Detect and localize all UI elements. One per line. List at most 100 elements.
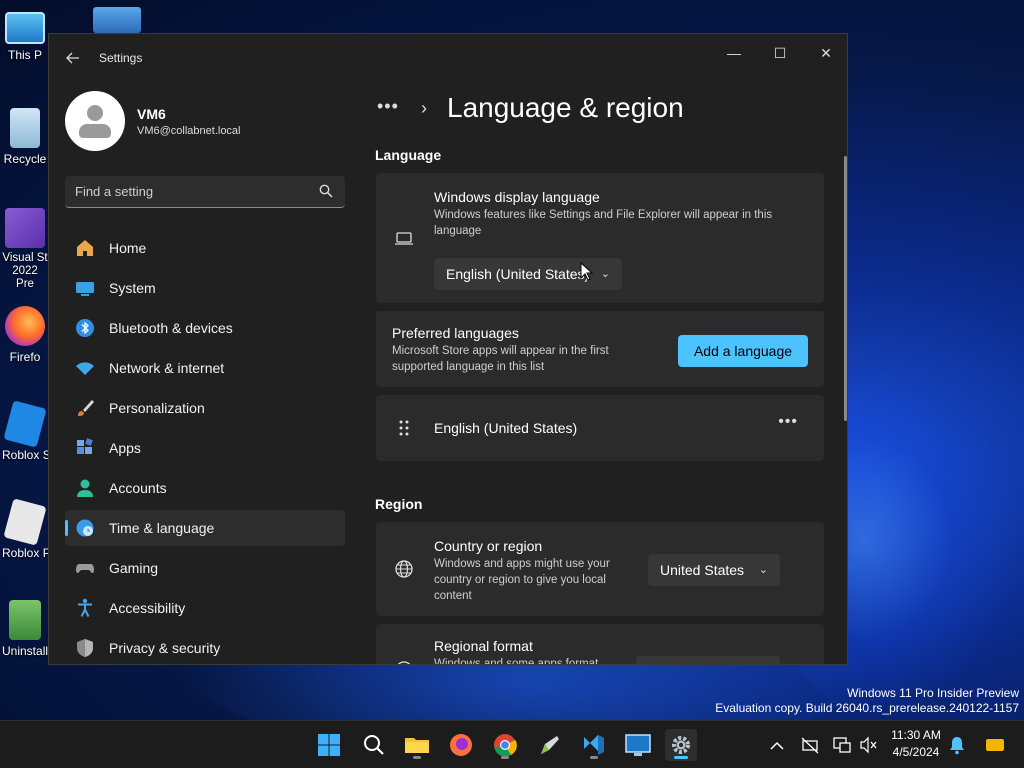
globe-icon xyxy=(395,560,413,578)
uninstall-icon xyxy=(9,600,41,640)
sidebar-item-label: Time & language xyxy=(109,520,215,536)
language-list-item[interactable]: English (United States) ••• xyxy=(376,395,824,461)
sidebar-item-label: Gaming xyxy=(109,560,159,576)
regional-format-description: Windows and some apps format xyxy=(434,658,599,665)
add-language-button[interactable]: Add a language xyxy=(678,335,808,367)
country-region-description: Windows and apps might use your country … xyxy=(434,558,610,602)
sidebar-item-gaming[interactable]: Gaming xyxy=(65,550,345,586)
sidebar-item-bluetooth[interactable]: Bluetooth & devices xyxy=(65,310,345,346)
firefox-icon xyxy=(5,306,45,346)
taskbar-file-explorer[interactable] xyxy=(401,729,433,761)
show-hidden-icons-button[interactable] xyxy=(768,737,786,755)
sidebar-item-label: Home xyxy=(109,240,147,256)
avatar-body xyxy=(79,124,111,138)
notifications-button[interactable] xyxy=(948,735,966,755)
desktop-icon-label: Firefo xyxy=(9,350,41,364)
scrollbar-thumb[interactable] xyxy=(844,156,847,421)
desktop-icon-roblox-player[interactable]: Roblox P xyxy=(2,498,48,560)
firefox-icon xyxy=(450,734,472,756)
remote-desktop-icon xyxy=(625,734,651,756)
watermark-build: Evaluation copy. Build 26040.rs_prerelea… xyxy=(715,701,1019,715)
accessibility-icon xyxy=(78,598,92,617)
country-region-dropdown[interactable]: United States ⌄ xyxy=(648,554,780,586)
sidebar-item-time-language[interactable]: Time & language xyxy=(65,510,345,546)
desktop-icon-label: Uninstall xyxy=(2,644,48,658)
taskbar-app-pen[interactable] xyxy=(534,729,566,761)
language-name: English (United States) xyxy=(434,420,578,436)
taskbar-chrome[interactable] xyxy=(489,729,521,761)
network-icon xyxy=(833,737,851,753)
desktop-icon-label: Roblox P xyxy=(2,546,48,560)
taskbar: 11:30 AM 4/5/2024 xyxy=(0,720,1024,768)
regional-format-card: Regional format Windows and some apps fo… xyxy=(376,624,824,665)
desktop-icon-label: Recycle xyxy=(3,152,47,166)
sidebar-item-privacy-security[interactable]: Privacy & security xyxy=(65,630,345,664)
sidebar-item-system[interactable]: System xyxy=(65,270,345,306)
sidebar-item-label: Personalization xyxy=(109,400,205,416)
dropdown-value: English (United States) xyxy=(446,266,590,282)
brush-icon xyxy=(78,400,94,416)
sidebar-item-accounts[interactable]: Accounts xyxy=(65,470,345,506)
regional-format-icon xyxy=(397,661,411,664)
desktop-icon-uninstall[interactable]: Uninstall xyxy=(2,600,48,658)
drag-handle-icon[interactable] xyxy=(394,418,414,438)
desktop-icon-recycle-bin[interactable]: Recycle xyxy=(2,108,48,166)
regional-format-dropdown[interactable] xyxy=(636,656,780,664)
chevron-right-icon: › xyxy=(421,98,427,118)
dropdown-value: United States xyxy=(660,562,745,578)
home-icon xyxy=(77,240,93,256)
sidebar-item-accessibility[interactable]: Accessibility xyxy=(65,590,345,626)
accounts-icon xyxy=(77,479,93,497)
sidebar-item-label: Privacy & security xyxy=(109,640,221,656)
roblox-studio-icon xyxy=(3,400,47,448)
back-button[interactable] xyxy=(61,46,85,70)
settings-window: Settings — ☐ ✕ VM6 VM6@collabnet.local H… xyxy=(48,33,848,665)
taskbar-firefox[interactable] xyxy=(445,729,477,761)
globe-clock-icon xyxy=(76,519,94,537)
taskbar-visual-studio[interactable] xyxy=(578,729,610,761)
desktop-icon-partial[interactable] xyxy=(93,7,141,33)
sidebar-item-home[interactable]: Home xyxy=(65,230,345,266)
taskbar-remote-desktop[interactable] xyxy=(622,729,654,761)
recycle-bin-icon xyxy=(10,108,40,148)
desktop-icon-label: Visual St 2022 Pre xyxy=(2,252,48,290)
desktop-icon-roblox-studio[interactable]: Roblox S xyxy=(2,400,48,462)
tray-network-offline[interactable] xyxy=(800,735,820,755)
bluetooth-icon xyxy=(76,319,94,337)
search-icon[interactable] xyxy=(319,184,333,198)
monitor-icon xyxy=(5,12,45,44)
tray-network[interactable] xyxy=(832,735,852,755)
bell-icon xyxy=(950,737,964,755)
maximize-button[interactable]: ☐ xyxy=(757,38,803,68)
desktop-icon-visual-studio[interactable]: Visual St 2022 Pre xyxy=(2,208,48,291)
chevron-up-icon xyxy=(770,741,784,750)
desktop-icon-firefox[interactable]: Firefo xyxy=(2,306,48,364)
search-input[interactable] xyxy=(75,184,305,199)
chevron-down-icon: ⌄ xyxy=(600,268,610,280)
more-options-button[interactable]: ••• xyxy=(778,413,798,431)
sidebar-item-apps[interactable]: Apps xyxy=(65,430,345,466)
sidebar-item-personalization[interactable]: Personalization xyxy=(65,390,345,426)
tray-volume-muted[interactable] xyxy=(858,735,878,755)
start-button[interactable] xyxy=(313,729,345,761)
preferred-languages-description: Microsoft Store apps will appear in the … xyxy=(392,345,609,373)
taskbar-search-button[interactable] xyxy=(358,729,390,761)
search-box[interactable] xyxy=(65,176,345,208)
breadcrumb-overflow-button[interactable]: ••• xyxy=(377,96,399,117)
profile-name: VM6 xyxy=(137,106,166,122)
sidebar-item-network[interactable]: Network & internet xyxy=(65,350,345,386)
network-offline-icon xyxy=(801,737,819,754)
minimize-button[interactable]: — xyxy=(711,38,757,68)
desktop-icon-this-pc[interactable]: This P xyxy=(2,8,48,62)
sidebar-item-label: Accessibility xyxy=(109,600,186,616)
section-title-region: Region xyxy=(375,496,423,512)
avatar[interactable] xyxy=(65,91,125,151)
page-title: Language & region xyxy=(447,92,684,123)
close-button[interactable]: ✕ xyxy=(803,38,847,68)
clock-time: 11:30 AM xyxy=(891,728,941,742)
taskbar-settings[interactable] xyxy=(665,729,697,761)
desktop-icon-label: This P xyxy=(7,48,42,62)
watermark-edition: Windows 11 Pro Insider Preview xyxy=(847,686,1019,700)
active-indicator xyxy=(65,520,68,536)
profile-email: VM6@collabnet.local xyxy=(137,125,241,137)
